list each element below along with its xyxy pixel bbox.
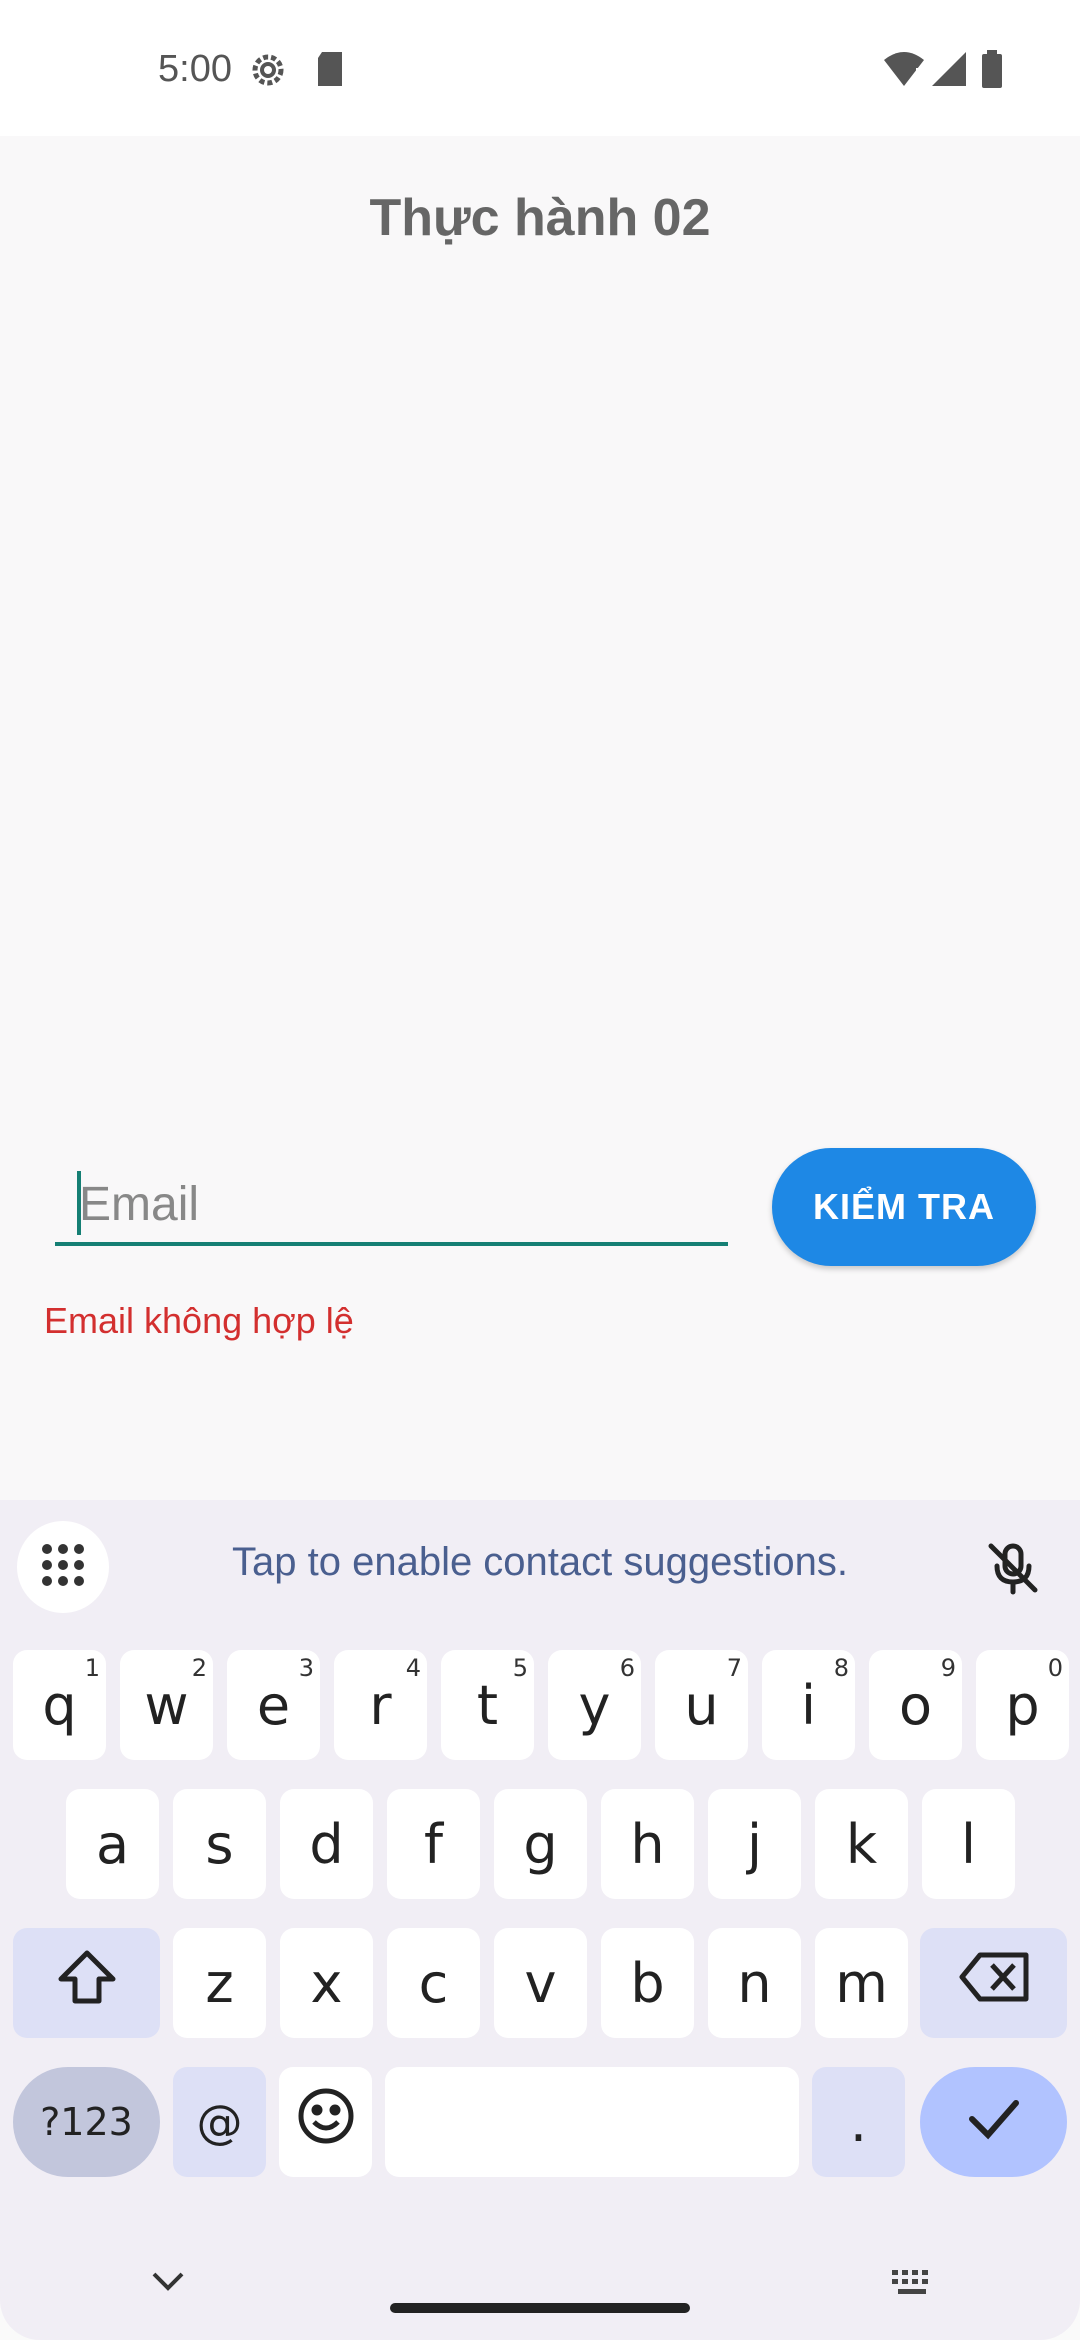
key-label: h <box>630 1812 665 1876</box>
key-label: y <box>578 1673 611 1737</box>
key-t[interactable]: t5 <box>441 1650 534 1760</box>
key-l[interactable]: l <box>922 1789 1015 1899</box>
key-hint: 7 <box>726 1654 742 1682</box>
key-k[interactable]: k <box>815 1789 908 1899</box>
keyboard: Tap to enable contact suggestions. q1w2e… <box>0 1500 1080 2340</box>
key-a[interactable]: a <box>66 1789 159 1899</box>
gear-icon <box>248 50 288 95</box>
key-r[interactable]: r4 <box>334 1650 427 1760</box>
key-label: c <box>418 1951 449 2015</box>
key-label: j <box>746 1812 762 1876</box>
home-indicator[interactable] <box>390 2303 690 2313</box>
key-hint: 1 <box>84 1654 100 1682</box>
key-m[interactable]: m <box>815 1928 908 2038</box>
key-p[interactable]: p0 <box>976 1650 1069 1760</box>
key-d[interactable]: d <box>280 1789 373 1899</box>
key-u[interactable]: u7 <box>655 1650 748 1760</box>
shift-icon <box>55 1947 119 2020</box>
key-label: p <box>1005 1673 1040 1737</box>
key-label: x <box>310 1951 343 2015</box>
email-field[interactable]: Email <box>55 1151 728 1246</box>
symbols-key[interactable]: ?123 <box>13 2067 160 2177</box>
key-label: q <box>42 1673 77 1737</box>
app-screen: Thực hành 02 Email KIỂM TRA Email không … <box>0 136 1080 1500</box>
key-y[interactable]: y6 <box>548 1650 641 1760</box>
key-e[interactable]: e3 <box>227 1650 320 1760</box>
battery-icon <box>980 50 1004 93</box>
key-c[interactable]: c <box>387 1928 480 2038</box>
key-label: m <box>835 1951 888 2015</box>
enter-key[interactable] <box>920 2067 1067 2177</box>
key-label: a <box>95 1812 130 1876</box>
mic-off-icon[interactable] <box>985 1540 1041 1601</box>
key-label: g <box>523 1812 558 1876</box>
key-n[interactable]: n <box>708 1928 801 2038</box>
key-g[interactable]: g <box>494 1789 587 1899</box>
key-hint: 8 <box>833 1654 849 1682</box>
sd-card-icon <box>314 50 346 93</box>
key-s[interactable]: s <box>173 1789 266 1899</box>
key-q[interactable]: q1 <box>13 1650 106 1760</box>
keyboard-switch-icon[interactable] <box>890 2268 936 2303</box>
key-label: r <box>369 1673 392 1737</box>
key-label: f <box>423 1812 443 1876</box>
key-label: w <box>144 1673 189 1737</box>
key-label: z <box>205 1951 234 2015</box>
at-key[interactable]: @ <box>173 2067 266 2177</box>
key-label: o <box>898 1673 933 1737</box>
key-label: b <box>630 1951 665 2015</box>
key-h[interactable]: h <box>601 1789 694 1899</box>
key-i[interactable]: i8 <box>762 1650 855 1760</box>
space-key[interactable] <box>385 2067 799 2177</box>
signal-icon <box>928 50 968 93</box>
key-o[interactable]: o9 <box>869 1650 962 1760</box>
checkmark-icon <box>966 2091 1022 2154</box>
backspace-key[interactable] <box>920 1928 1067 2038</box>
key-hint: 5 <box>512 1654 528 1682</box>
check-button[interactable]: KIỂM TRA <box>772 1148 1036 1266</box>
key-label: l <box>960 1812 976 1876</box>
key-label: e <box>256 1673 291 1737</box>
key-f[interactable]: f <box>387 1789 480 1899</box>
key-label: s <box>205 1812 234 1876</box>
key-x[interactable]: x <box>280 1928 373 2038</box>
backspace-icon <box>958 1951 1030 2016</box>
status-time: 5:00 <box>158 48 232 90</box>
key-label: k <box>845 1812 878 1876</box>
key-label: u <box>684 1673 719 1737</box>
key-label: d <box>309 1812 344 1876</box>
key-label: i <box>800 1673 816 1737</box>
key-label: v <box>524 1951 557 2015</box>
page-title: Thực hành 02 <box>369 189 711 247</box>
key-hint: 9 <box>940 1654 956 1682</box>
suggestion-strip[interactable]: Tap to enable contact suggestions. <box>0 1540 1080 1585</box>
error-message: Email không hợp lệ <box>44 1300 354 1341</box>
key-hint: 2 <box>191 1654 207 1682</box>
key-label: n <box>737 1951 772 2015</box>
shift-key[interactable] <box>13 1928 160 2038</box>
key-b[interactable]: b <box>601 1928 694 2038</box>
key-j[interactable]: j <box>708 1789 801 1899</box>
emoji-icon <box>297 2087 355 2158</box>
period-key[interactable]: . <box>812 2067 905 2177</box>
emoji-key[interactable] <box>279 2067 372 2177</box>
key-z[interactable]: z <box>173 1928 266 2038</box>
key-label: t <box>476 1673 499 1737</box>
key-v[interactable]: v <box>494 1928 587 2038</box>
key-hint: 3 <box>298 1654 314 1682</box>
email-placeholder: Email <box>79 1178 200 1231</box>
hide-keyboard-chevron-icon[interactable] <box>150 2270 186 2299</box>
status-bar: 5:00 <box>0 0 1080 136</box>
key-hint: 6 <box>619 1654 635 1682</box>
wifi-icon <box>882 50 926 93</box>
key-w[interactable]: w2 <box>120 1650 213 1760</box>
key-hint: 0 <box>1047 1654 1063 1682</box>
key-hint: 4 <box>405 1654 421 1682</box>
